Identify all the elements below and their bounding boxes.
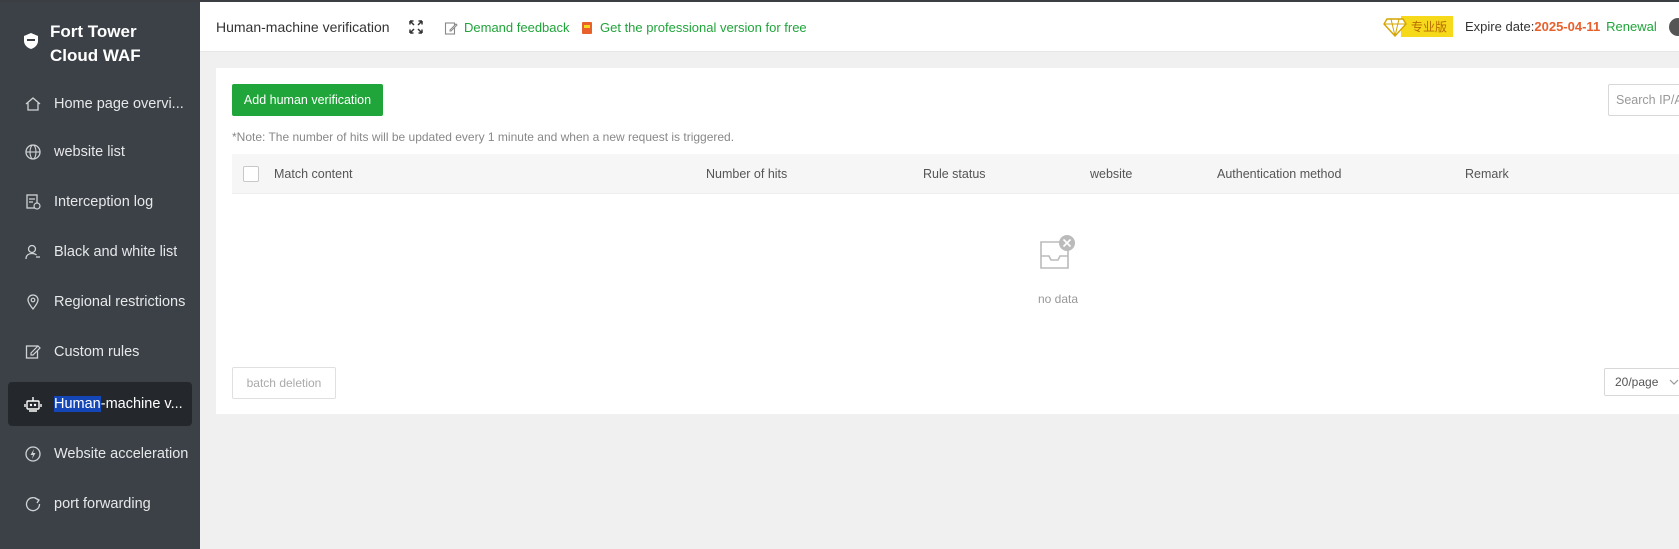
sidebar-item-label: Black and white list (54, 244, 178, 260)
column-header-rule-status[interactable]: Rule status (923, 167, 986, 181)
sidebar-item-label: Custom rules (54, 344, 140, 360)
pro-badge: 专业版 (1401, 16, 1454, 37)
expire-label: Expire date: (1465, 19, 1535, 34)
sidebar-item-regional-restrictions[interactable]: Regional restrictions (8, 280, 192, 324)
expire-date: 2025-04-11 (1534, 19, 1601, 34)
sidebar-item-label: website list (54, 144, 125, 160)
logo: Fort Tower Cloud WAF (22, 20, 170, 68)
label-rest: -machine v... (100, 396, 183, 412)
edit-icon (25, 345, 41, 359)
sidebar-item-label: Home page overvi... (54, 96, 184, 112)
home-icon (25, 97, 41, 111)
sidebar-item-website-acceleration[interactable]: Website acceleration (8, 432, 192, 476)
log-icon (26, 194, 41, 210)
gift-icon (582, 21, 592, 34)
table-header: Match content Number of hits Rule status… (232, 154, 1679, 194)
lightning-icon (25, 446, 41, 462)
column-header-match-content[interactable]: Match content (274, 167, 353, 181)
column-header-website[interactable]: website (1090, 167, 1132, 181)
user-icon (25, 244, 40, 260)
renewal-link[interactable]: Renewal (1606, 19, 1657, 34)
sidebar-item-black-white-list[interactable]: Black and white list (8, 230, 192, 274)
get-pro-version-link[interactable]: Get the professional version for free (580, 20, 807, 35)
fullscreen-icon[interactable] (408, 19, 424, 35)
forward-icon (25, 497, 41, 512)
globe-icon (25, 144, 41, 160)
page-size-value: 20/page (1615, 375, 1659, 389)
sidebar: Fort Tower Cloud WAF Home page overvi...… (0, 2, 200, 549)
empty-state-text: no data (1037, 292, 1079, 306)
sidebar-item-port-forwarding[interactable]: port forwarding (8, 482, 192, 526)
diamond-icon (1383, 17, 1407, 37)
top-header: Human-machine verification Demand feedba… (200, 2, 1679, 52)
help-icon[interactable] (1669, 18, 1679, 36)
hits-note: *Note: The number of hits will be update… (232, 130, 735, 144)
column-header-remark[interactable]: Remark (1465, 167, 1509, 181)
sidebar-item-label: Regional restrictions (54, 294, 186, 310)
search-input[interactable]: Search IP/Ad (1608, 84, 1679, 116)
batch-deletion-button[interactable]: batch deletion (232, 367, 336, 399)
shield-logo-icon (24, 33, 38, 49)
page-title: Human-machine verification (216, 19, 390, 35)
empty-inbox-icon (1040, 235, 1075, 269)
pro-version-label: Get the professional version for free (600, 20, 807, 35)
sidebar-item-human-machine-verification[interactable]: Human-machine v... (8, 382, 192, 426)
selected-text: Human (54, 396, 101, 412)
demand-feedback-link[interactable]: Demand feedback (444, 20, 570, 35)
sidebar-item-website-list[interactable]: website list (8, 130, 192, 174)
page-size-select[interactable]: 20/page (1604, 368, 1679, 396)
sidebar-item-label: port forwarding (54, 496, 151, 512)
column-header-number-of-hits[interactable]: Number of hits (706, 167, 787, 181)
license-info: 专业版 Expire date: 2025-04-11 Renewal (1383, 16, 1657, 37)
feedback-icon (444, 21, 458, 35)
content-card: Add human verification Search IP/Ad *Not… (216, 68, 1679, 414)
location-icon (27, 294, 39, 311)
select-all-checkbox[interactable] (243, 166, 259, 182)
sidebar-item-label: Human-machine v... (54, 396, 183, 412)
sidebar-item-label: Interception log (54, 194, 154, 210)
chevron-down-icon (1669, 379, 1679, 385)
add-human-verification-button[interactable]: Add human verification (232, 84, 383, 116)
sidebar-item-interception-log[interactable]: Interception log (8, 180, 192, 224)
sidebar-item-home[interactable]: Home page overvi... (8, 82, 192, 126)
column-header-authentication-method[interactable]: Authentication method (1217, 167, 1341, 181)
sidebar-item-label: Website acceleration (54, 446, 189, 462)
sidebar-item-custom-rules[interactable]: Custom rules (8, 330, 192, 374)
robot-icon (24, 397, 42, 412)
app-name: Fort Tower Cloud WAF (50, 22, 141, 65)
feedback-label: Demand feedback (464, 20, 570, 35)
